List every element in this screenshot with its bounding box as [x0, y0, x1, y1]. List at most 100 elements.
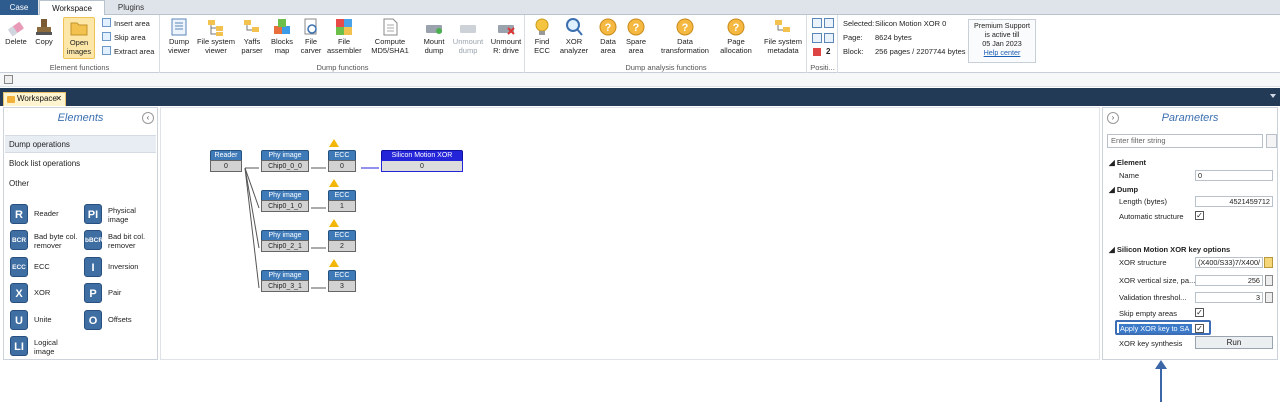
- reader-node[interactable]: Reader 0: [210, 150, 242, 172]
- category-dump-operations[interactable]: Dump operations: [5, 135, 156, 153]
- ecc-node[interactable]: ECC 0: [328, 150, 356, 172]
- category-other[interactable]: Other: [5, 175, 156, 193]
- xor-analyzer-button[interactable]: XOR analyzer: [558, 17, 590, 55]
- ribbon: Delete Copy Open images Insert area Skip…: [0, 15, 1280, 73]
- spinner-icon[interactable]: [1265, 292, 1273, 303]
- help-bubble-icon: ?: [675, 17, 695, 37]
- ecc-node[interactable]: ECC 3: [328, 270, 356, 292]
- xor-structure-field[interactable]: (X400/S33)7/X400/: [1195, 257, 1263, 268]
- clear-filter-icon[interactable]: [1266, 134, 1277, 148]
- quick-access-toolbar: [0, 73, 1280, 87]
- phy-image-node[interactable]: Phy image Chip0_1_0: [261, 190, 309, 212]
- quick-access-icon[interactable]: [4, 75, 13, 84]
- group-position: 2 Positi...: [808, 15, 838, 73]
- delete-button[interactable]: Delete: [3, 17, 29, 47]
- section-dump: ◢ Dump: [1109, 185, 1139, 194]
- fs-viewer-button[interactable]: File system viewer: [197, 17, 235, 55]
- page-allocation-button[interactable]: ? Page allocation: [716, 17, 756, 55]
- chevron-down-icon[interactable]: [1270, 94, 1276, 98]
- name-field[interactable]: 0: [1195, 170, 1273, 181]
- cubes-icon: [272, 17, 292, 37]
- ecc-node[interactable]: ECC 2: [328, 230, 356, 252]
- lightbulb-icon: [532, 17, 552, 37]
- validation-label: Validation threshol...: [1119, 293, 1187, 302]
- help-bubble-icon: ?: [598, 17, 618, 37]
- svg-text:?: ?: [605, 22, 612, 34]
- position-icon-3[interactable]: [812, 33, 822, 43]
- page-value: 8624 bytes: [875, 33, 912, 42]
- drive-icon: [458, 17, 478, 37]
- bad-byte-icon: BCR: [10, 230, 28, 250]
- group-label: Dump functions: [316, 63, 369, 72]
- collapse-icon[interactable]: ‹: [142, 112, 154, 124]
- magnifier-file-icon: [301, 17, 321, 37]
- find-ecc-button[interactable]: Find ECC: [528, 17, 556, 55]
- drive-mount-icon: [424, 17, 444, 37]
- workspace-canvas[interactable]: Reader 0 Phy image Chip0_0_0 Phy image Chi…: [160, 107, 1100, 360]
- support-line2: is active till: [984, 30, 1020, 39]
- unmount-dump-button[interactable]: Unmount dump: [451, 17, 485, 55]
- folder-icon: [69, 18, 89, 38]
- position-icon-1[interactable]: [812, 18, 822, 28]
- skip-area-icon: [102, 32, 111, 41]
- skip-area-button[interactable]: Skip area: [102, 32, 146, 44]
- ecc-icon: ECC: [10, 257, 28, 277]
- physical-image-icon: PI: [84, 204, 102, 224]
- dump-viewer-button[interactable]: Dump viewer: [164, 17, 194, 55]
- dump-viewer-icon: [169, 17, 189, 37]
- group-label: Element functions: [49, 63, 110, 72]
- file-assembler-button[interactable]: File assembler: [327, 17, 362, 55]
- phy-image-node[interactable]: Phy image Chip0_2_1: [261, 230, 309, 252]
- copy-button[interactable]: Copy: [31, 17, 57, 47]
- blocks-map-button[interactable]: Blocks map: [269, 17, 295, 55]
- validation-field[interactable]: 3: [1195, 292, 1263, 303]
- svg-text:?: ?: [682, 22, 689, 34]
- silicon-motion-xor-node[interactable]: Silicon Motion XOR 0: [381, 150, 463, 172]
- xor-vertical-field[interactable]: 256: [1195, 275, 1263, 286]
- yaffs-parser-button[interactable]: Yaffs parser: [239, 17, 265, 55]
- unmount-r-button[interactable]: Unmount R: drive: [489, 17, 523, 55]
- data-transformation-button[interactable]: ? Data transformation: [654, 17, 716, 55]
- auto-structure-label: Automatic structure: [1119, 212, 1184, 221]
- skip-empty-checkbox[interactable]: ✓: [1195, 308, 1204, 317]
- warning-icon: [329, 139, 339, 147]
- position-count: 2: [826, 47, 831, 56]
- ecc-node[interactable]: ECC 1: [328, 190, 356, 212]
- insert-area-button[interactable]: Insert area: [102, 18, 150, 30]
- file-carver-button[interactable]: File carver: [298, 17, 324, 55]
- position-icon-2[interactable]: [824, 18, 834, 28]
- filter-input[interactable]: Enter filter string: [1107, 134, 1263, 148]
- tab-case[interactable]: Case: [0, 0, 38, 15]
- spinner-icon[interactable]: [1265, 275, 1273, 286]
- mount-dump-button[interactable]: Mount dump: [419, 17, 449, 55]
- length-field[interactable]: 4521459712: [1195, 196, 1273, 207]
- xor-vertical-label: XOR vertical size, pa...: [1119, 276, 1196, 285]
- data-area-button[interactable]: ? Data area: [594, 17, 622, 55]
- run-button[interactable]: Run: [1195, 336, 1273, 349]
- tab-plugins[interactable]: Plugins: [106, 0, 156, 15]
- compute-md5-button[interactable]: Compute MD5/SHA1: [367, 17, 413, 55]
- apply-xor-checkbox[interactable]: ✓: [1195, 324, 1204, 333]
- auto-structure-checkbox[interactable]: ✓: [1195, 211, 1204, 220]
- fs-metadata-button[interactable]: File system metadata: [762, 17, 804, 55]
- category-block-list[interactable]: Block list operations: [5, 155, 156, 173]
- help-center-link[interactable]: Help center: [969, 48, 1035, 57]
- drive-unmount-icon: [496, 17, 516, 37]
- support-date: 05 Jan 2023: [982, 39, 1022, 48]
- close-icon[interactable]: ✕: [55, 93, 62, 105]
- phy-image-node[interactable]: Phy image Chip0_3_1: [261, 270, 309, 292]
- extract-area-button[interactable]: Extract area: [102, 46, 154, 58]
- open-images-button[interactable]: Open images: [63, 17, 95, 59]
- warning-icon: [329, 259, 339, 267]
- tab-workspace[interactable]: Workspace: [39, 0, 105, 16]
- warning-icon: [329, 219, 339, 227]
- stamp-icon: [34, 17, 54, 37]
- xor-structure-label: XOR structure: [1119, 258, 1167, 267]
- bad-bit-icon: bBCR: [84, 230, 103, 250]
- position-icon-4[interactable]: [824, 33, 834, 43]
- spare-area-button[interactable]: ? Spare area: [622, 17, 650, 55]
- workspace-doc-tab[interactable]: Workspace ✕: [3, 92, 66, 106]
- edit-structure-icon[interactable]: [1264, 257, 1273, 268]
- phy-image-node[interactable]: Phy image Chip0_0_0: [261, 150, 309, 172]
- help-bubble-icon: ?: [726, 17, 746, 37]
